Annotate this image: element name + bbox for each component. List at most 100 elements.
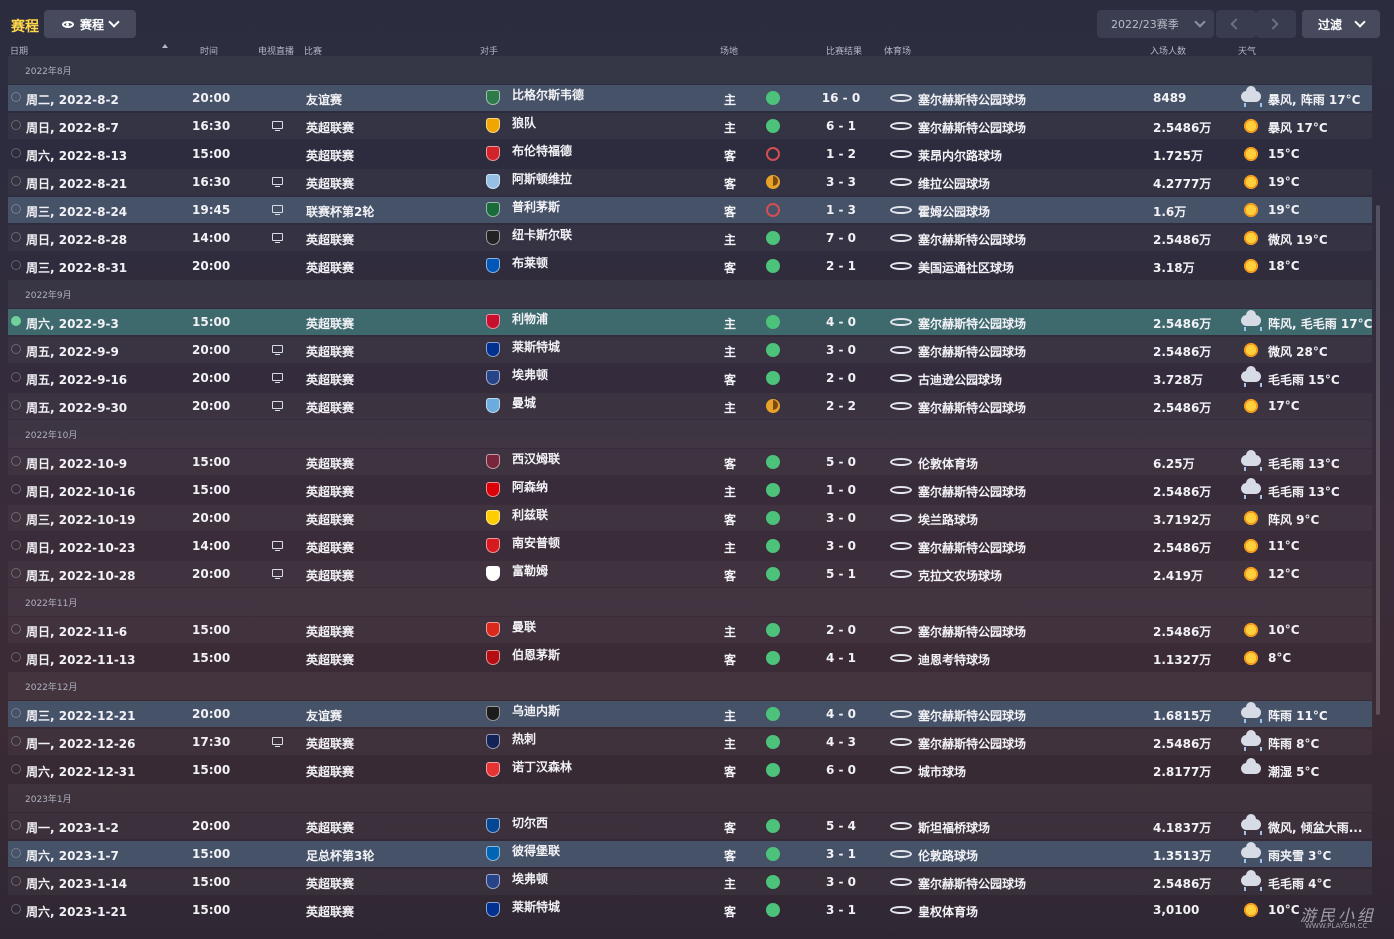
fixture-row[interactable]: 周日, 2022-10-9 15:00 英超联赛 西汉姆联 客 5 - 0 伦敦体育场 6.2… <box>8 449 1372 475</box>
opponent-name[interactable]: 布莱顿 <box>512 254 548 271</box>
match-score[interactable]: 1 - 2 <box>816 147 866 161</box>
match-score[interactable]: 5 - 1 <box>816 567 866 581</box>
opponent-name[interactable]: 阿森纳 <box>512 478 548 495</box>
match-score[interactable]: 2 - 1 <box>816 259 866 273</box>
competition-name[interactable]: 英超联赛 <box>306 455 354 472</box>
competition-name[interactable]: 英超联赛 <box>306 539 354 556</box>
match-score[interactable]: 2 - 2 <box>816 399 866 413</box>
match-score[interactable]: 3 - 3 <box>816 175 866 189</box>
fixture-row[interactable]: 周五, 2022-9-9 20:00 英超联赛 莱斯特城 主 3 - 0 塞尔赫斯特公园球场… <box>8 337 1372 363</box>
opponent-name[interactable]: 彼得堡联 <box>512 842 560 859</box>
opponent-name[interactable]: 埃弗顿 <box>512 366 548 383</box>
competition-name[interactable]: 英超联赛 <box>306 623 354 640</box>
competition-name[interactable]: 英超联赛 <box>306 763 354 780</box>
stadium-name[interactable]: 迪恩考特球场 <box>918 651 990 668</box>
match-score[interactable]: 4 - 3 <box>816 735 866 749</box>
opponent-name[interactable]: 乌迪内斯 <box>512 702 560 719</box>
match-score[interactable]: 3 - 0 <box>816 875 866 889</box>
match-score[interactable]: 16 - 0 <box>816 91 866 105</box>
fixture-row[interactable]: 周五, 2022-9-16 20:00 英超联赛 埃弗顿 客 2 - 0 古迪逊公园球场 3.… <box>8 365 1372 391</box>
stadium-name[interactable]: 古迪逊公园球场 <box>918 371 1002 388</box>
row-select-checkbox[interactable] <box>11 400 21 410</box>
stadium-name[interactable]: 埃兰路球场 <box>918 511 978 528</box>
match-score[interactable]: 5 - 4 <box>816 819 866 833</box>
fixture-row[interactable]: 周日, 2022-8-28 14:00 英超联赛 纽卡斯尔联 主 7 - 0 塞尔赫斯特公园… <box>8 225 1372 251</box>
row-select-checkbox[interactable] <box>11 540 21 550</box>
row-select-checkbox[interactable] <box>11 232 21 242</box>
opponent-name[interactable]: 比格尔斯韦德 <box>512 86 584 103</box>
competition-name[interactable]: 英超联赛 <box>306 343 354 360</box>
row-select-checkbox[interactable] <box>11 344 21 354</box>
match-score[interactable]: 6 - 1 <box>816 119 866 133</box>
match-score[interactable]: 1 - 3 <box>816 203 866 217</box>
competition-name[interactable]: 英超联赛 <box>306 875 354 892</box>
fixture-row[interactable]: 周一, 2022-12-26 17:30 英超联赛 热刺 主 4 - 3 塞尔赫斯特公园球场… <box>8 729 1372 755</box>
competition-name[interactable]: 联赛杯第2轮 <box>306 203 374 220</box>
stadium-name[interactable]: 塞尔赫斯特公园球场 <box>918 399 1026 416</box>
match-score[interactable]: 2 - 0 <box>816 371 866 385</box>
match-score[interactable]: 2 - 0 <box>816 623 866 637</box>
opponent-name[interactable]: 曼城 <box>512 394 536 411</box>
row-select-checkbox[interactable] <box>11 848 21 858</box>
opponent-name[interactable]: 狼队 <box>512 114 536 131</box>
fixture-row[interactable]: 周六, 2022-9-3 15:00 英超联赛 利物浦 主 4 - 0 塞尔赫斯特公园球场 2… <box>8 309 1372 335</box>
stadium-name[interactable]: 塞尔赫斯特公园球场 <box>918 119 1026 136</box>
opponent-name[interactable]: 莱斯特城 <box>512 338 560 355</box>
row-select-checkbox[interactable] <box>11 736 21 746</box>
fixture-row[interactable]: 周日, 2022-8-21 16:30 英超联赛 阿斯顿维拉 客 3 - 3 维拉公园球场 4… <box>8 169 1372 195</box>
row-select-checkbox[interactable] <box>11 372 21 382</box>
fixture-row[interactable]: 周三, 2022-8-24 19:45 联赛杯第2轮 普利茅斯 客 1 - 3 霍姆公园球场… <box>8 197 1372 223</box>
stadium-name[interactable]: 塞尔赫斯特公园球场 <box>918 315 1026 332</box>
match-score[interactable]: 3 - 0 <box>816 539 866 553</box>
match-score[interactable]: 4 - 0 <box>816 315 866 329</box>
fixture-row[interactable]: 周日, 2022-11-6 15:00 英超联赛 曼联 主 2 - 0 塞尔赫斯特公园球场 2… <box>8 617 1372 643</box>
fixture-row[interactable]: 周日, 2022-11-13 15:00 英超联赛 伯恩茅斯 客 4 - 1 迪恩考特球场 1… <box>8 645 1372 671</box>
row-select-checkbox[interactable] <box>11 148 21 158</box>
row-select-checkbox[interactable] <box>11 176 21 186</box>
row-select-checkbox[interactable] <box>11 904 21 914</box>
match-score[interactable]: 5 - 0 <box>816 455 866 469</box>
fixture-row[interactable]: 周三, 2022-10-19 20:00 英超联赛 利兹联 客 3 - 0 埃兰路球场 3.7… <box>8 505 1372 531</box>
fixture-row[interactable]: 周日, 2022-8-7 16:30 英超联赛 狼队 主 6 - 1 塞尔赫斯特公园球场 2.… <box>8 113 1372 139</box>
fixture-row[interactable]: 周日, 2022-10-16 15:00 英超联赛 阿森纳 主 1 - 0 塞尔赫斯特公园球… <box>8 477 1372 503</box>
opponent-name[interactable]: 利物浦 <box>512 310 548 327</box>
view-dropdown-button[interactable]: 赛程 <box>44 10 136 38</box>
match-score[interactable]: 4 - 1 <box>816 651 866 665</box>
filter-button[interactable]: 过滤 <box>1302 10 1380 38</box>
fixture-row[interactable]: 周五, 2022-10-28 20:00 英超联赛 富勒姆 客 5 - 1 克拉文农场球场 2… <box>8 561 1372 587</box>
opponent-name[interactable]: 普利茅斯 <box>512 198 560 215</box>
stadium-name[interactable]: 皇权体育场 <box>918 903 978 920</box>
fixture-row[interactable]: 周六, 2023-1-21 15:00 英超联赛 莱斯特城 客 3 - 1 皇权体育场 3,0… <box>8 897 1372 923</box>
opponent-name[interactable]: 莱斯特城 <box>512 898 560 915</box>
fixture-row[interactable]: 周六, 2022-12-31 15:00 英超联赛 诺丁汉森林 客 6 - 0 城市球场 2.… <box>8 757 1372 783</box>
fixture-row[interactable]: 周六, 2023-1-7 15:00 足总杯第3轮 彼得堡联 客 3 - 1 伦敦路球场 1.… <box>8 841 1372 867</box>
competition-name[interactable]: 英超联赛 <box>306 315 354 332</box>
previous-season-button[interactable] <box>1216 10 1256 38</box>
stadium-name[interactable]: 塞尔赫斯特公园球场 <box>918 623 1026 640</box>
match-score[interactable]: 7 - 0 <box>816 231 866 245</box>
opponent-name[interactable]: 诺丁汉森林 <box>512 758 572 775</box>
opponent-name[interactable]: 热刺 <box>512 730 536 747</box>
row-select-checkbox[interactable] <box>11 764 21 774</box>
competition-name[interactable]: 英超联赛 <box>306 567 354 584</box>
competition-name[interactable]: 英超联赛 <box>306 259 354 276</box>
competition-name[interactable]: 足总杯第3轮 <box>306 847 374 864</box>
competition-name[interactable]: 英超联赛 <box>306 399 354 416</box>
opponent-name[interactable]: 阿斯顿维拉 <box>512 170 572 187</box>
competition-name[interactable]: 英超联赛 <box>306 819 354 836</box>
fixture-row[interactable]: 周三, 2022-8-31 20:00 英超联赛 布莱顿 客 2 - 1 美国运通社区球场 3… <box>8 253 1372 279</box>
row-select-checkbox[interactable] <box>11 652 21 662</box>
competition-name[interactable]: 友谊赛 <box>306 707 342 724</box>
competition-name[interactable]: 英超联赛 <box>306 119 354 136</box>
competition-name[interactable]: 友谊赛 <box>306 91 342 108</box>
season-select[interactable]: 2022/23赛季 <box>1097 10 1214 38</box>
scrollbar[interactable] <box>1376 205 1380 715</box>
opponent-name[interactable]: 布伦特福德 <box>512 142 572 159</box>
competition-name[interactable]: 英超联赛 <box>306 735 354 752</box>
stadium-name[interactable]: 斯坦福桥球场 <box>918 819 990 836</box>
row-select-checkbox[interactable] <box>11 568 21 578</box>
row-select-checkbox[interactable] <box>11 456 21 466</box>
match-score[interactable]: 3 - 0 <box>816 511 866 525</box>
opponent-name[interactable]: 埃弗顿 <box>512 870 548 887</box>
opponent-name[interactable]: 利兹联 <box>512 506 548 523</box>
